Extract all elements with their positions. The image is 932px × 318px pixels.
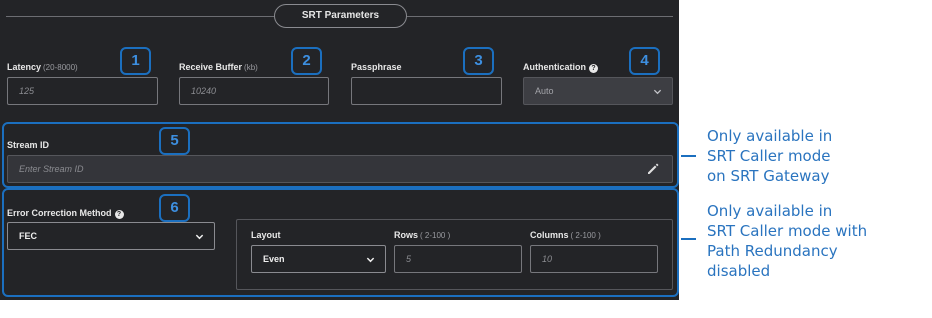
receive-buffer-label: Receive Buffer (kb) bbox=[179, 62, 258, 72]
badge-6: 6 bbox=[159, 194, 190, 222]
fec-note: Only available in SRT Caller mode with P… bbox=[707, 202, 868, 280]
stream-id-note: Only available in SRT Caller mode on SRT… bbox=[707, 127, 833, 185]
section-divider-right bbox=[407, 16, 673, 17]
fec-connector bbox=[681, 238, 696, 240]
authentication-label: Authentication? bbox=[523, 62, 598, 73]
section-title: SRT Parameters bbox=[274, 4, 407, 28]
stream-id-highlight bbox=[2, 122, 679, 188]
passphrase-input[interactable] bbox=[351, 77, 502, 105]
badge-5: 5 bbox=[159, 127, 190, 155]
badge-4: 4 bbox=[629, 47, 660, 75]
section-divider-left bbox=[6, 16, 274, 17]
fec-highlight bbox=[2, 188, 679, 297]
latency-label: Latency (20-8000) bbox=[7, 62, 78, 72]
latency-hint: (20-8000) bbox=[43, 63, 78, 72]
authentication-select: Auto bbox=[523, 77, 673, 105]
chevron-down-icon bbox=[653, 89, 662, 95]
passphrase-label: Passphrase bbox=[351, 62, 402, 72]
receive-buffer-input[interactable]: 10240 bbox=[179, 77, 329, 105]
latency-input[interactable]: 125 bbox=[7, 77, 158, 105]
authentication-value: Auto bbox=[535, 86, 554, 96]
badge-3: 3 bbox=[463, 47, 494, 75]
help-icon[interactable]: ? bbox=[589, 64, 598, 73]
badge-1: 1 bbox=[120, 47, 151, 75]
stream-id-connector bbox=[681, 155, 696, 157]
receive-buffer-hint: (kb) bbox=[244, 63, 258, 72]
badge-2: 2 bbox=[291, 47, 322, 75]
